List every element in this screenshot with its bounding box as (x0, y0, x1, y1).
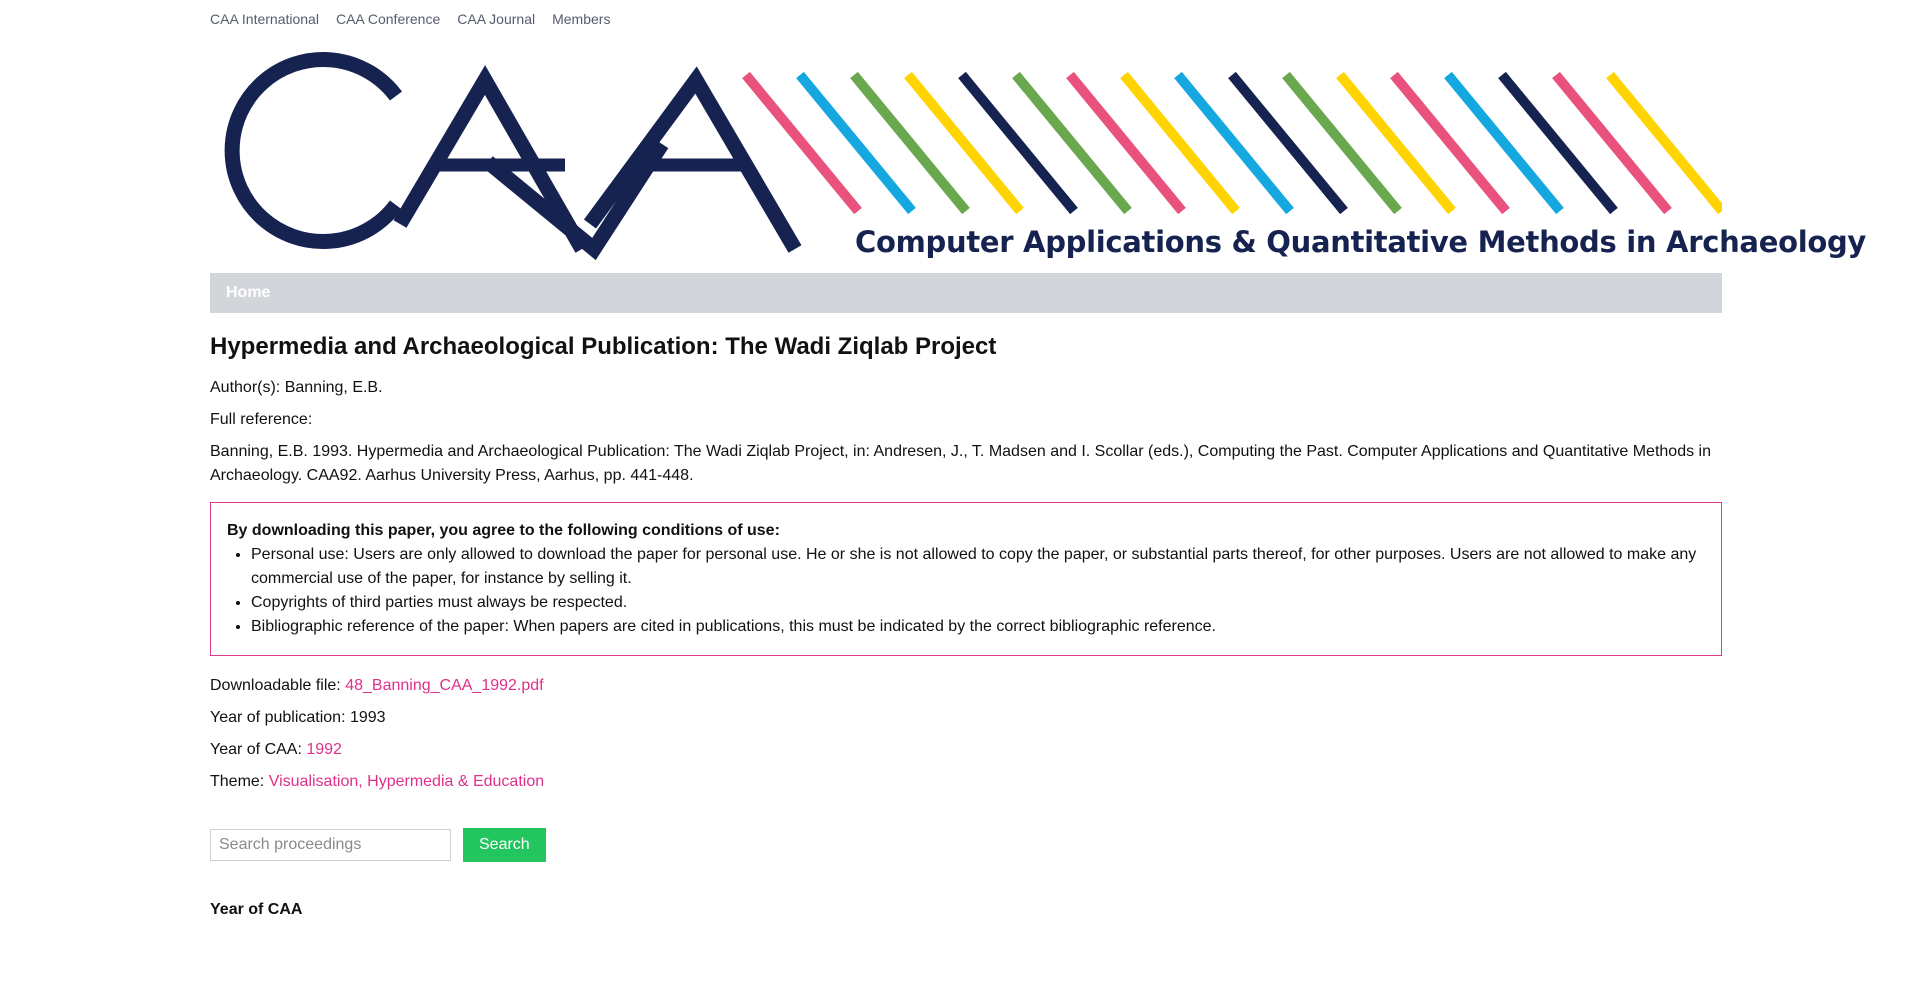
paper-title: Hypermedia and Archaeological Publicatio… (210, 333, 997, 360)
nav-link-members[interactable]: Members (552, 11, 610, 27)
year-publication-value: 1993 (349, 709, 386, 726)
banner-stripe (1120, 71, 1240, 215)
year-publication-label: Year of publication: (210, 709, 346, 726)
download-file-link[interactable]: 48_Banning_CAA_1992.pdf (345, 677, 543, 694)
banner-stripe (1552, 71, 1672, 215)
nav-link-caa-journal[interactable]: CAA Journal (457, 11, 535, 27)
banner-stripe (1444, 71, 1564, 215)
page: CAA International CAA Conference CAA Jou… (210, 0, 1867, 918)
search-button[interactable]: Search (463, 828, 546, 862)
banner-stripe (796, 71, 916, 215)
year-of-caa-heading: Year of CAA (210, 901, 303, 918)
nav-link-caa-conference[interactable]: CAA Conference (336, 11, 440, 27)
authors-line: Author(s): Banning, E.B. (210, 376, 1722, 400)
terms-item-personal-use: Personal use: Users are only allowed to … (251, 543, 1705, 591)
file-label: Downloadable file: (210, 677, 341, 694)
terms-list: Personal use: Users are only allowed to … (227, 543, 1705, 639)
year-caa-link[interactable]: 1992 (306, 741, 342, 758)
search-input[interactable] (210, 829, 451, 861)
banner-stripe (904, 71, 1024, 215)
terms-item-bibliographic: Bibliographic reference of the paper: Wh… (251, 615, 1705, 639)
paper-metadata: Downloadable file: 48_Banning_CAA_1992.p… (210, 674, 1722, 794)
authors-label: Author(s): (210, 379, 281, 396)
file-line: Downloadable file: 48_Banning_CAA_1992.p… (210, 674, 1722, 698)
banner-tagline: Computer Applications & Quantitative Met… (855, 225, 1867, 259)
paper-content: Hypermedia and Archaeological Publicatio… (210, 330, 1722, 922)
banner-stripe (1174, 71, 1294, 215)
logo-letter-c (224, 52, 402, 249)
year-caa-label: Year of CAA: (210, 741, 302, 758)
search-form: Search (210, 828, 1722, 862)
theme-label: Theme: (210, 773, 265, 790)
year-publication-line: Year of publication: 1993 (210, 706, 1722, 730)
theme-link[interactable]: Visualisation, Hypermedia & Education (269, 773, 544, 790)
terms-heading: By downloading this paper, you agree to … (227, 522, 780, 539)
year-caa-line: Year of CAA: 1992 (210, 738, 1722, 762)
banner-stripe (1336, 71, 1456, 215)
color-stripes (742, 71, 1722, 215)
banner-stripe (1228, 71, 1348, 215)
caa-banner[interactable]: Computer Applications & Quantitative Met… (210, 37, 1867, 263)
banner-stripe (1390, 71, 1510, 215)
banner-stripe (958, 71, 1078, 215)
terms-of-use-box: By downloading this paper, you agree to … (210, 502, 1722, 656)
menu-home-link[interactable]: Home (226, 284, 270, 302)
theme-line: Theme: Visualisation, Hypermedia & Educa… (210, 770, 1722, 794)
banner-stripe (1012, 71, 1132, 215)
full-reference-label: Full reference: (210, 411, 313, 428)
banner-stripe (1498, 71, 1618, 215)
terms-item-copyrights: Copyrights of third parties must always … (251, 591, 1705, 615)
main-menu-bar: Home (210, 273, 1722, 313)
full-reference: Banning, E.B. 1993. Hypermedia and Archa… (210, 443, 1711, 484)
authors-value: Banning, E.B. (284, 379, 383, 396)
banner-stripe (1282, 71, 1402, 215)
nav-link-caa-international[interactable]: CAA International (210, 11, 319, 27)
banner-stripe (850, 71, 970, 215)
top-nav: CAA International CAA Conference CAA Jou… (210, 1, 1722, 37)
banner-stripe (1066, 71, 1186, 215)
banner-stripe (1606, 71, 1722, 215)
